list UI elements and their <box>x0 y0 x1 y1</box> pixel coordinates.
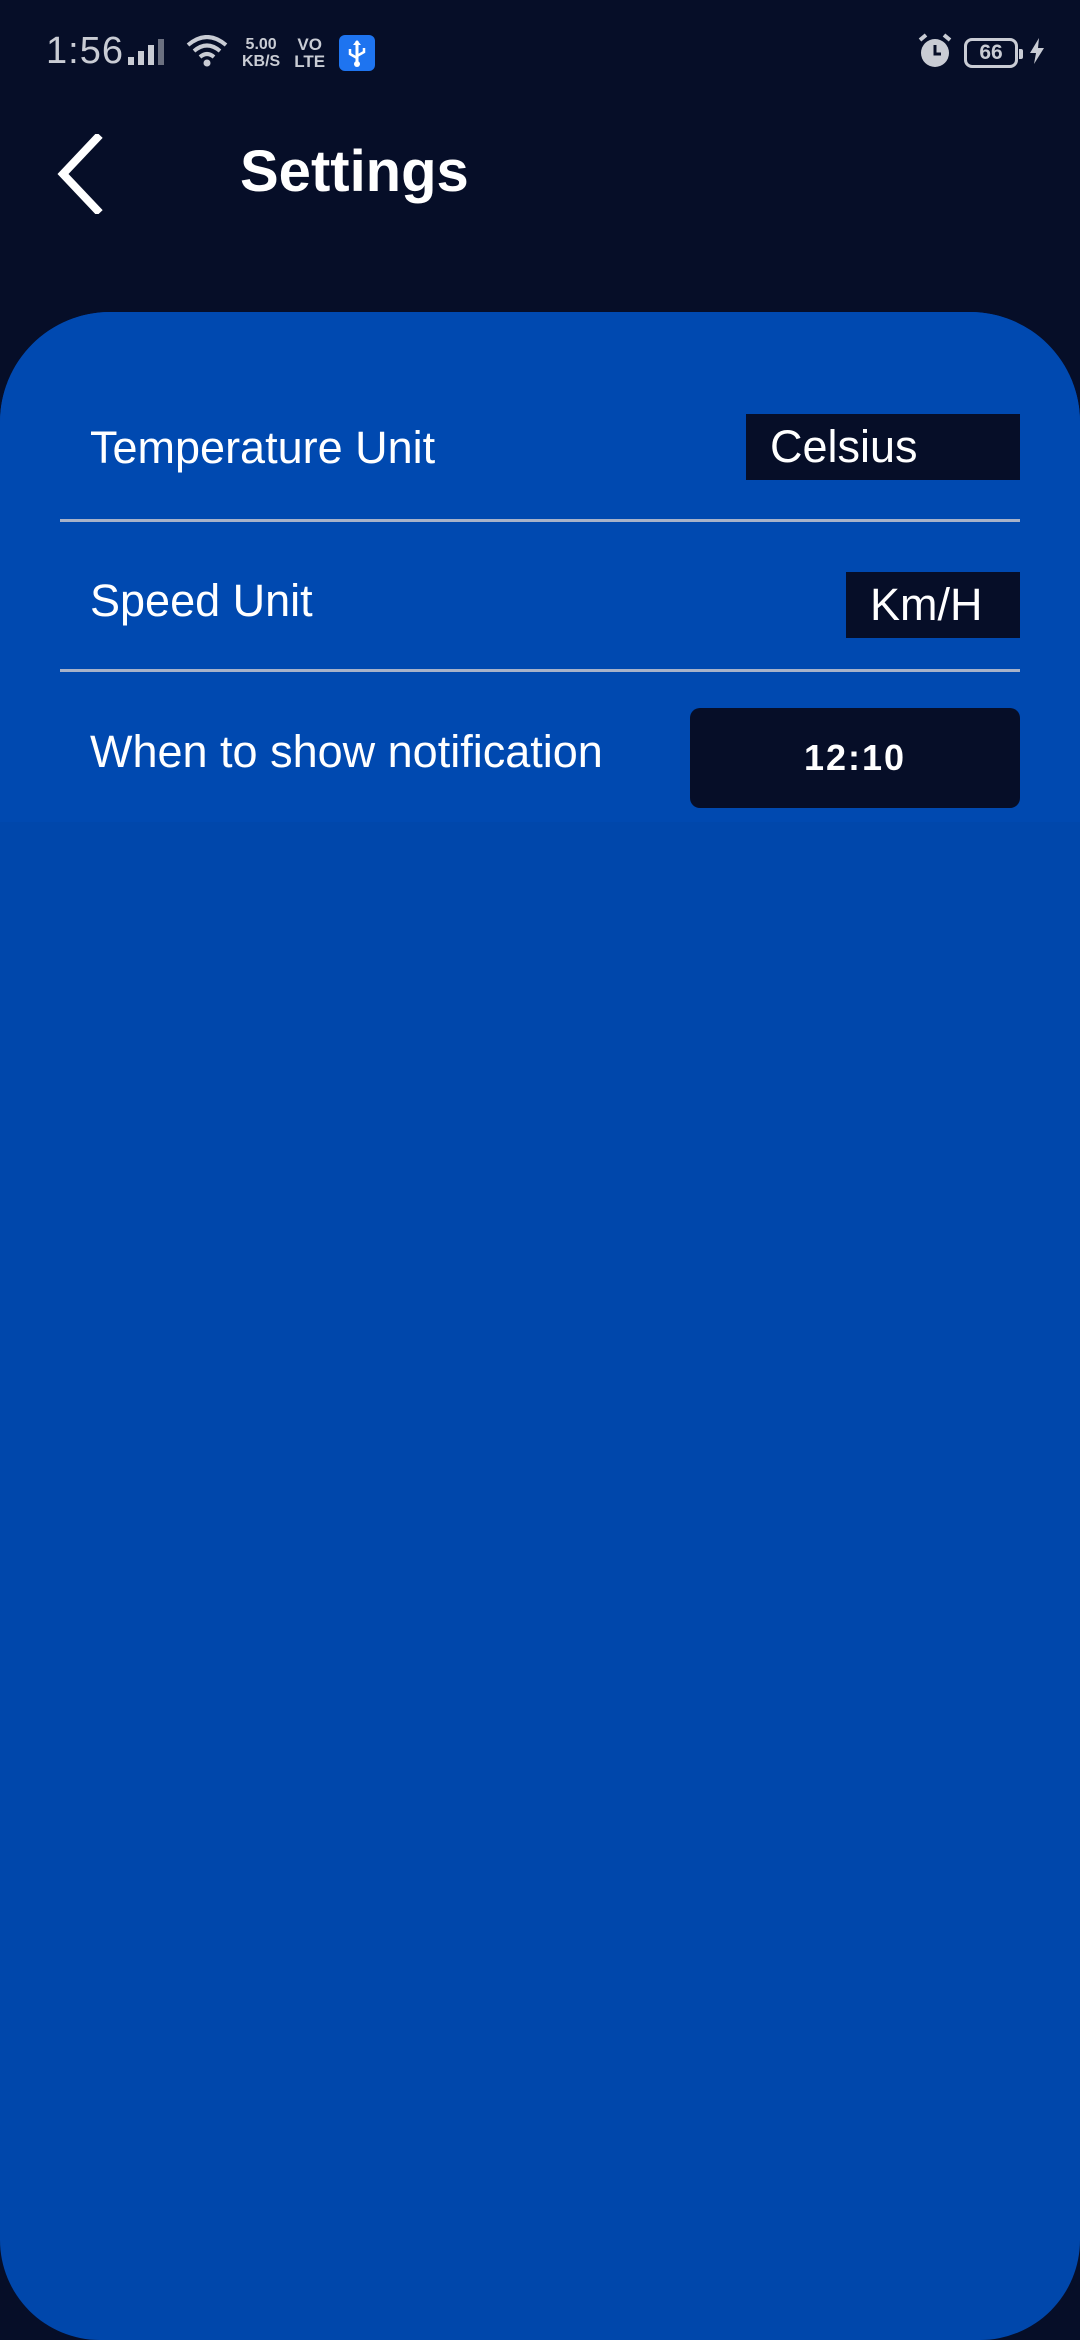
app-bar: Settings <box>0 108 1080 238</box>
temperature-unit-select[interactable]: Celsius <box>746 414 1020 480</box>
back-button[interactable] <box>40 126 120 226</box>
network-speed-value: 5.00 <box>245 36 277 53</box>
notification-time-row: When to show notification 12:10 <box>60 670 1020 820</box>
status-icons-left: 5.00 KB/S VO LTE <box>128 30 376 76</box>
speed-unit-label: Speed Unit <box>90 575 313 626</box>
status-time: 1:56 <box>46 30 124 72</box>
temperature-unit-row: Temperature Unit Celsius <box>60 312 1020 520</box>
alarm-icon <box>916 32 954 75</box>
wifi-icon <box>186 34 228 72</box>
back-arrow-icon <box>55 131 105 219</box>
volte-top: VO <box>297 35 322 54</box>
notification-time-label: When to show notification <box>90 726 603 777</box>
usb-icon <box>339 35 376 71</box>
page-title: Settings <box>240 139 469 204</box>
status-bar: 1:56 5.00 KB/S VO LTE 66 <box>0 0 1080 108</box>
battery-icon: 66 <box>964 38 1023 68</box>
settings-list: Temperature Unit Celsius Speed Unit Km/H… <box>0 312 1080 822</box>
charging-icon <box>1028 37 1046 70</box>
notification-time-button[interactable]: 12:10 <box>690 708 1020 808</box>
network-speed-unit: KB/S <box>242 53 281 70</box>
volte-bottom: LTE <box>294 52 326 71</box>
volte-indicator: VO LTE <box>294 36 325 70</box>
status-icons-right: 66 <box>916 30 1046 76</box>
battery-level: 66 <box>979 41 1003 64</box>
speed-unit-row: Speed Unit Km/H <box>60 520 1020 670</box>
signal-icon <box>128 37 172 70</box>
speed-unit-select[interactable]: Km/H <box>846 572 1020 638</box>
network-speed: 5.00 KB/S <box>242 36 280 70</box>
temperature-unit-label: Temperature Unit <box>90 422 436 473</box>
settings-panel: Temperature Unit Celsius Speed Unit Km/H… <box>0 312 1080 2340</box>
